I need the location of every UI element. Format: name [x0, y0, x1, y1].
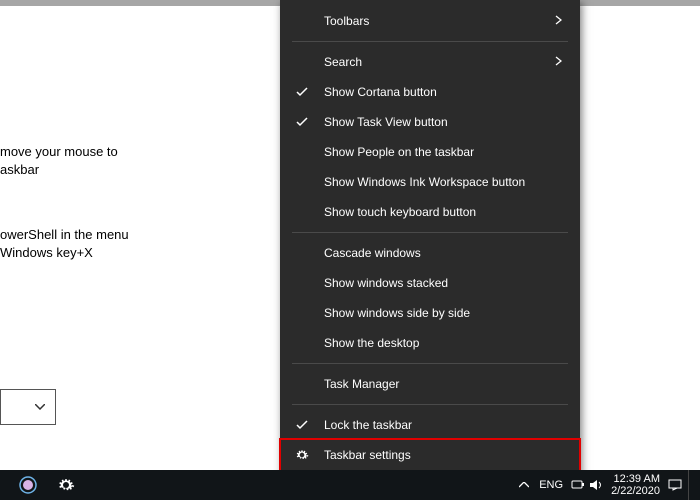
menu-separator: [292, 404, 568, 405]
language-indicator[interactable]: ENG: [533, 479, 569, 491]
menu-item-stacked[interactable]: Show windows stacked: [280, 268, 580, 298]
cortana-icon[interactable]: [12, 470, 44, 500]
menu-label: Show Windows Ink Workspace button: [324, 175, 525, 189]
background-text-block-1: move your mouse to askbar: [0, 143, 118, 179]
menu-label: Search: [324, 55, 362, 69]
menu-item-task-manager[interactable]: Task Manager: [280, 369, 580, 399]
settings-app-icon[interactable]: [50, 470, 82, 500]
chevron-down-icon: [35, 404, 45, 410]
menu-label: Lock the taskbar: [324, 418, 412, 432]
action-center-icon[interactable]: [666, 470, 684, 500]
checkmark-icon: [294, 417, 310, 433]
menu-label: Taskbar settings: [324, 448, 411, 462]
menu-item-cascade[interactable]: Cascade windows: [280, 238, 580, 268]
combobox-partial[interactable]: [0, 389, 56, 425]
menu-item-taskbar-settings[interactable]: Taskbar settings: [280, 440, 580, 470]
menu-item-taskview[interactable]: Show Task View button: [280, 107, 580, 137]
menu-label: Toolbars: [324, 14, 369, 28]
volume-icon[interactable]: [587, 470, 605, 500]
menu-label: Show touch keyboard button: [324, 205, 476, 219]
date-text: 2/22/2020: [611, 485, 660, 497]
menu-separator: [292, 232, 568, 233]
menu-item-side-by-side[interactable]: Show windows side by side: [280, 298, 580, 328]
menu-label: Show Cortana button: [324, 85, 437, 99]
gear-icon: [294, 447, 310, 463]
menu-label: Show Task View button: [324, 115, 448, 129]
tray-chevron-up-icon[interactable]: [515, 470, 533, 500]
time-text: 12:39 AM: [611, 473, 660, 485]
clock[interactable]: 12:39 AM 2/22/2020: [605, 473, 666, 497]
menu-label: Task Manager: [324, 377, 399, 391]
checkmark-icon: [294, 84, 310, 100]
menu-item-lock-taskbar[interactable]: Lock the taskbar: [280, 410, 580, 440]
taskbar: ENG 12:39 AM 2/22/2020: [0, 470, 700, 500]
menu-label: Show windows stacked: [324, 276, 448, 290]
menu-item-touch-keyboard[interactable]: Show touch keyboard button: [280, 197, 580, 227]
checkmark-icon: [294, 114, 310, 130]
menu-item-toolbars[interactable]: Toolbars: [280, 6, 580, 36]
network-icon[interactable]: [569, 470, 587, 500]
menu-item-people[interactable]: Show People on the taskbar: [280, 137, 580, 167]
menu-label: Show the desktop: [324, 336, 419, 350]
menu-label: Show windows side by side: [324, 306, 470, 320]
menu-label: Show People on the taskbar: [324, 145, 474, 159]
menu-separator: [292, 363, 568, 364]
taskbar-context-menu: Toolbars Search Show Cortana button Show…: [280, 0, 580, 476]
show-desktop-button[interactable]: [688, 470, 694, 500]
menu-label: Cascade windows: [324, 246, 421, 260]
menu-item-ink[interactable]: Show Windows Ink Workspace button: [280, 167, 580, 197]
background-text-block-2: owerShell in the menu Windows key+X: [0, 226, 129, 262]
menu-separator: [292, 41, 568, 42]
chevron-right-icon: [555, 14, 562, 28]
menu-item-cortana[interactable]: Show Cortana button: [280, 77, 580, 107]
chevron-right-icon: [555, 55, 562, 69]
menu-item-search[interactable]: Search: [280, 47, 580, 77]
menu-item-show-desktop[interactable]: Show the desktop: [280, 328, 580, 358]
